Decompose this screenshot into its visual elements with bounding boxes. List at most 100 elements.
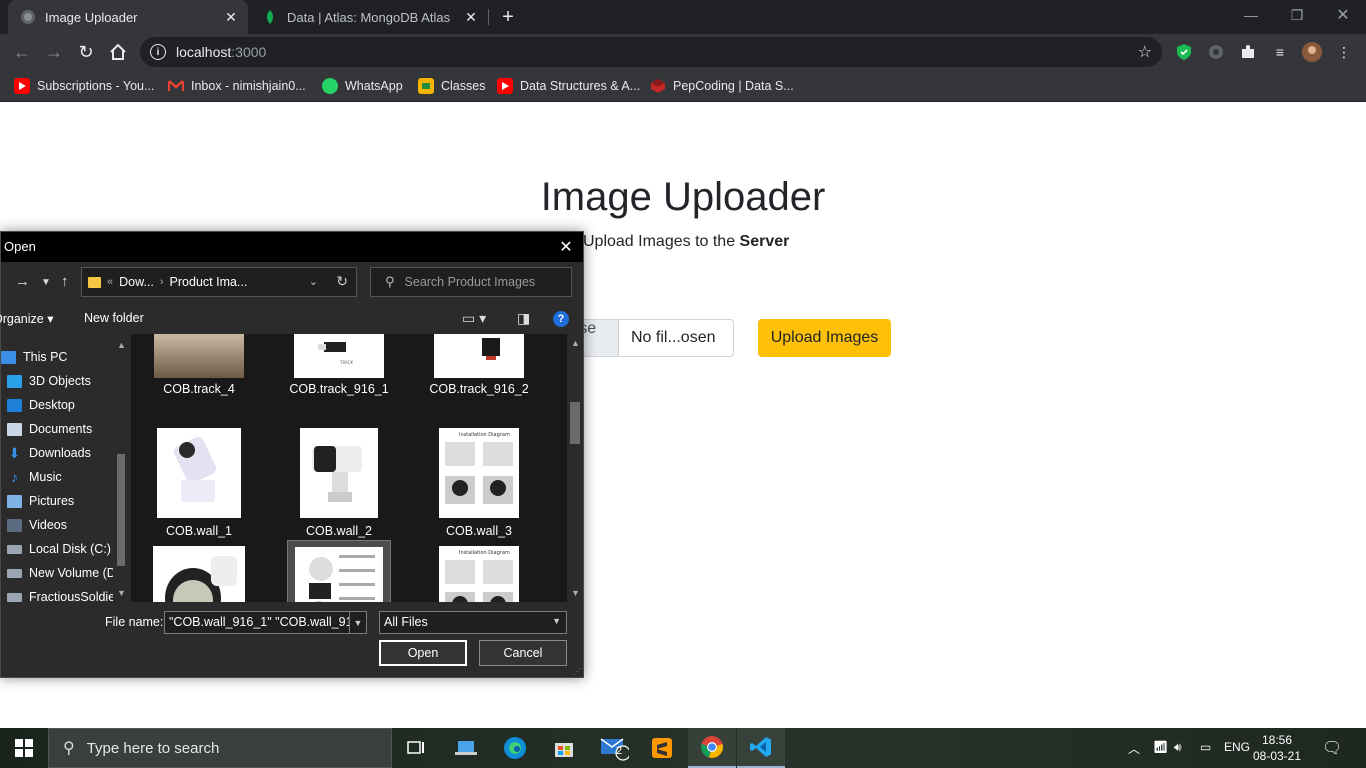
nav-item-3d-objects[interactable]: 3D Objects: [7, 370, 91, 392]
show-hidden-icons-chevron[interactable]: ︿: [1128, 740, 1140, 757]
kebab-menu-icon[interactable]: ⋮: [1334, 42, 1354, 62]
breadcrumb-product-images[interactable]: Product Ima...: [170, 275, 248, 289]
windows-start-icon[interactable]: [0, 728, 48, 768]
edge-browser-icon[interactable]: [491, 728, 539, 768]
close-icon[interactable]: ✕: [460, 6, 482, 28]
bookmark-pepcoding[interactable]: PepCoding | Data S...: [650, 76, 794, 96]
resize-grip-icon[interactable]: ⋰: [573, 667, 581, 676]
scroll-up-icon[interactable]: ▲: [571, 338, 580, 348]
file-name-input[interactable]: "COB.wall_916_1" "COB.wall_916_3": [164, 611, 350, 634]
file-type-select[interactable]: All Files ▼: [379, 611, 567, 634]
overflow-chevron-icon[interactable]: «: [107, 276, 113, 288]
scroll-down-icon[interactable]: ▼: [571, 588, 580, 598]
help-icon[interactable]: ?: [553, 311, 569, 327]
file-item[interactable]: COB.track_916_2: [419, 334, 539, 434]
dialog-titlebar[interactable]: Open ✕: [1, 232, 583, 262]
change-view-icon[interactable]: ▭ ▾: [462, 310, 486, 327]
avatar[interactable]: [1302, 42, 1322, 62]
bookmark-whatsapp[interactable]: WhatsApp: [322, 76, 403, 96]
address-bar[interactable]: i localhost:3000 ☆: [140, 37, 1162, 67]
nav-item-new-volume[interactable]: New Volume (D:: [7, 562, 119, 584]
youtube-icon: [14, 78, 30, 94]
chrome-icon[interactable]: [688, 728, 736, 768]
media-queue-icon[interactable]: ≡: [1270, 42, 1290, 62]
new-folder-button[interactable]: New folder: [84, 311, 144, 325]
microsoft-store-icon[interactable]: [540, 728, 588, 768]
nav-item-this-pc[interactable]: This PC: [1, 346, 67, 368]
nav-item-downloads[interactable]: ⬇ Downloads: [7, 442, 91, 464]
file-item-selected[interactable]: [287, 540, 391, 602]
preview-pane-icon[interactable]: ◨: [517, 310, 530, 327]
close-icon[interactable]: ✕: [220, 6, 242, 28]
file-pane-scrollbar[interactable]: ▲ ▼: [567, 334, 583, 602]
nav-item-music[interactable]: ♪ Music: [7, 466, 62, 488]
language-indicator[interactable]: ENG: [1224, 740, 1250, 754]
notifications-icon[interactable]: 🗨︎: [1322, 738, 1342, 758]
file-item[interactable]: [139, 546, 259, 602]
upload-images-button[interactable]: Upload Images: [758, 319, 891, 357]
up-arrow-icon[interactable]: ↑: [61, 273, 69, 290]
tab-image-uploader[interactable]: Image Uploader ✕: [8, 0, 248, 34]
scroll-down-icon[interactable]: ▼: [117, 588, 126, 598]
sublime-text-icon[interactable]: [638, 728, 686, 768]
window-close-icon[interactable]: ✕: [1320, 0, 1366, 30]
bookmark-star-icon[interactable]: ☆: [1138, 42, 1152, 62]
svg-text:Installation Diagram: Installation Diagram: [459, 432, 510, 438]
site-info-icon[interactable]: i: [150, 44, 166, 60]
forward-arrow-icon[interactable]: →: [15, 273, 30, 290]
open-button[interactable]: Open: [379, 640, 467, 666]
nav-item-desktop[interactable]: Desktop: [7, 394, 75, 416]
nav-item-documents[interactable]: Documents: [7, 418, 92, 440]
file-name-history-chevron-icon[interactable]: ▼: [350, 611, 367, 634]
cancel-button[interactable]: Cancel: [479, 640, 567, 666]
reload-icon[interactable]: ↻: [72, 38, 100, 66]
scrollbar-thumb[interactable]: [117, 454, 125, 566]
address-dropdown-icon[interactable]: ⌄: [309, 275, 318, 288]
back-arrow-icon[interactable]: ←: [8, 38, 36, 66]
refresh-icon[interactable]: ↻: [336, 273, 348, 290]
wifi-icon[interactable]: 📶︎: [1153, 740, 1168, 754]
mail-icon[interactable]: 2: [590, 728, 638, 768]
taskbar-search-input[interactable]: ⚲ Type here to search: [48, 728, 392, 768]
recent-locations-chevron-icon[interactable]: ▼: [41, 277, 51, 288]
file-item[interactable]: COB.track_4: [139, 334, 259, 434]
system-clock[interactable]: 18:56 08-03-21: [1252, 732, 1302, 764]
breadcrumb-downloads[interactable]: Dow...: [119, 275, 154, 289]
file-item[interactable]: Installation Diagram: [419, 546, 539, 602]
bookmark-inbox[interactable]: Inbox - nimishjain0...: [168, 76, 306, 96]
nav-item-pictures[interactable]: Pictures: [7, 490, 74, 512]
volume-icon[interactable]: 🔊︎: [1174, 740, 1182, 755]
dialog-search-input[interactable]: ⚲ Search Product Images: [370, 267, 572, 297]
dialog-address-bar[interactable]: « Dow... › Product Ima... ⌄ ↻: [81, 267, 357, 297]
nav-pane-scrollbar[interactable]: ▲ ▼: [113, 336, 129, 602]
people-laptop-icon[interactable]: [442, 728, 490, 768]
shield-extension-icon[interactable]: [1174, 42, 1194, 62]
scrollbar-thumb[interactable]: [570, 402, 580, 444]
scroll-up-icon[interactable]: ▲: [117, 340, 126, 350]
home-icon[interactable]: [104, 38, 132, 66]
puzzle-extensions-icon[interactable]: [1238, 42, 1258, 62]
battery-icon[interactable]: ▭: [1200, 740, 1211, 754]
organize-menu[interactable]: Organize ▾: [0, 311, 53, 326]
bookmark-label: Classes: [441, 79, 486, 93]
bookmark-classes[interactable]: Classes: [418, 76, 485, 96]
record-extension-icon[interactable]: [1206, 42, 1226, 62]
dialog-close-icon[interactable]: ✕: [555, 236, 577, 258]
forward-arrow-icon[interactable]: →: [40, 38, 68, 66]
pepcoding-icon: [650, 78, 666, 94]
nav-item-videos[interactable]: Videos: [7, 514, 67, 536]
bookmark-subscriptions[interactable]: Subscriptions - You...: [14, 76, 154, 96]
new-tab-plus-icon[interactable]: +: [496, 5, 520, 29]
tab-mongodb-atlas[interactable]: Data | Atlas: MongoDB Atlas ✕: [252, 0, 488, 34]
minimize-icon[interactable]: —: [1228, 0, 1274, 30]
file-item[interactable]: TRACK COB.track_916_1: [279, 334, 399, 434]
bookmark-data-structures[interactable]: Data Structures & A...: [497, 76, 640, 96]
vscode-icon[interactable]: [737, 728, 785, 768]
restore-icon[interactable]: ❐: [1274, 0, 1320, 30]
file-item[interactable]: COB.wall_2: [279, 428, 399, 538]
file-item[interactable]: COB.wall_1: [139, 428, 259, 538]
file-item[interactable]: Installation Diagram COB.wall_3: [419, 428, 539, 538]
task-view-icon[interactable]: [392, 728, 440, 768]
nav-item-fractioussoldier[interactable]: FractiousSoldier: [7, 586, 119, 602]
nav-item-local-disk[interactable]: Local Disk (C:): [7, 538, 111, 560]
